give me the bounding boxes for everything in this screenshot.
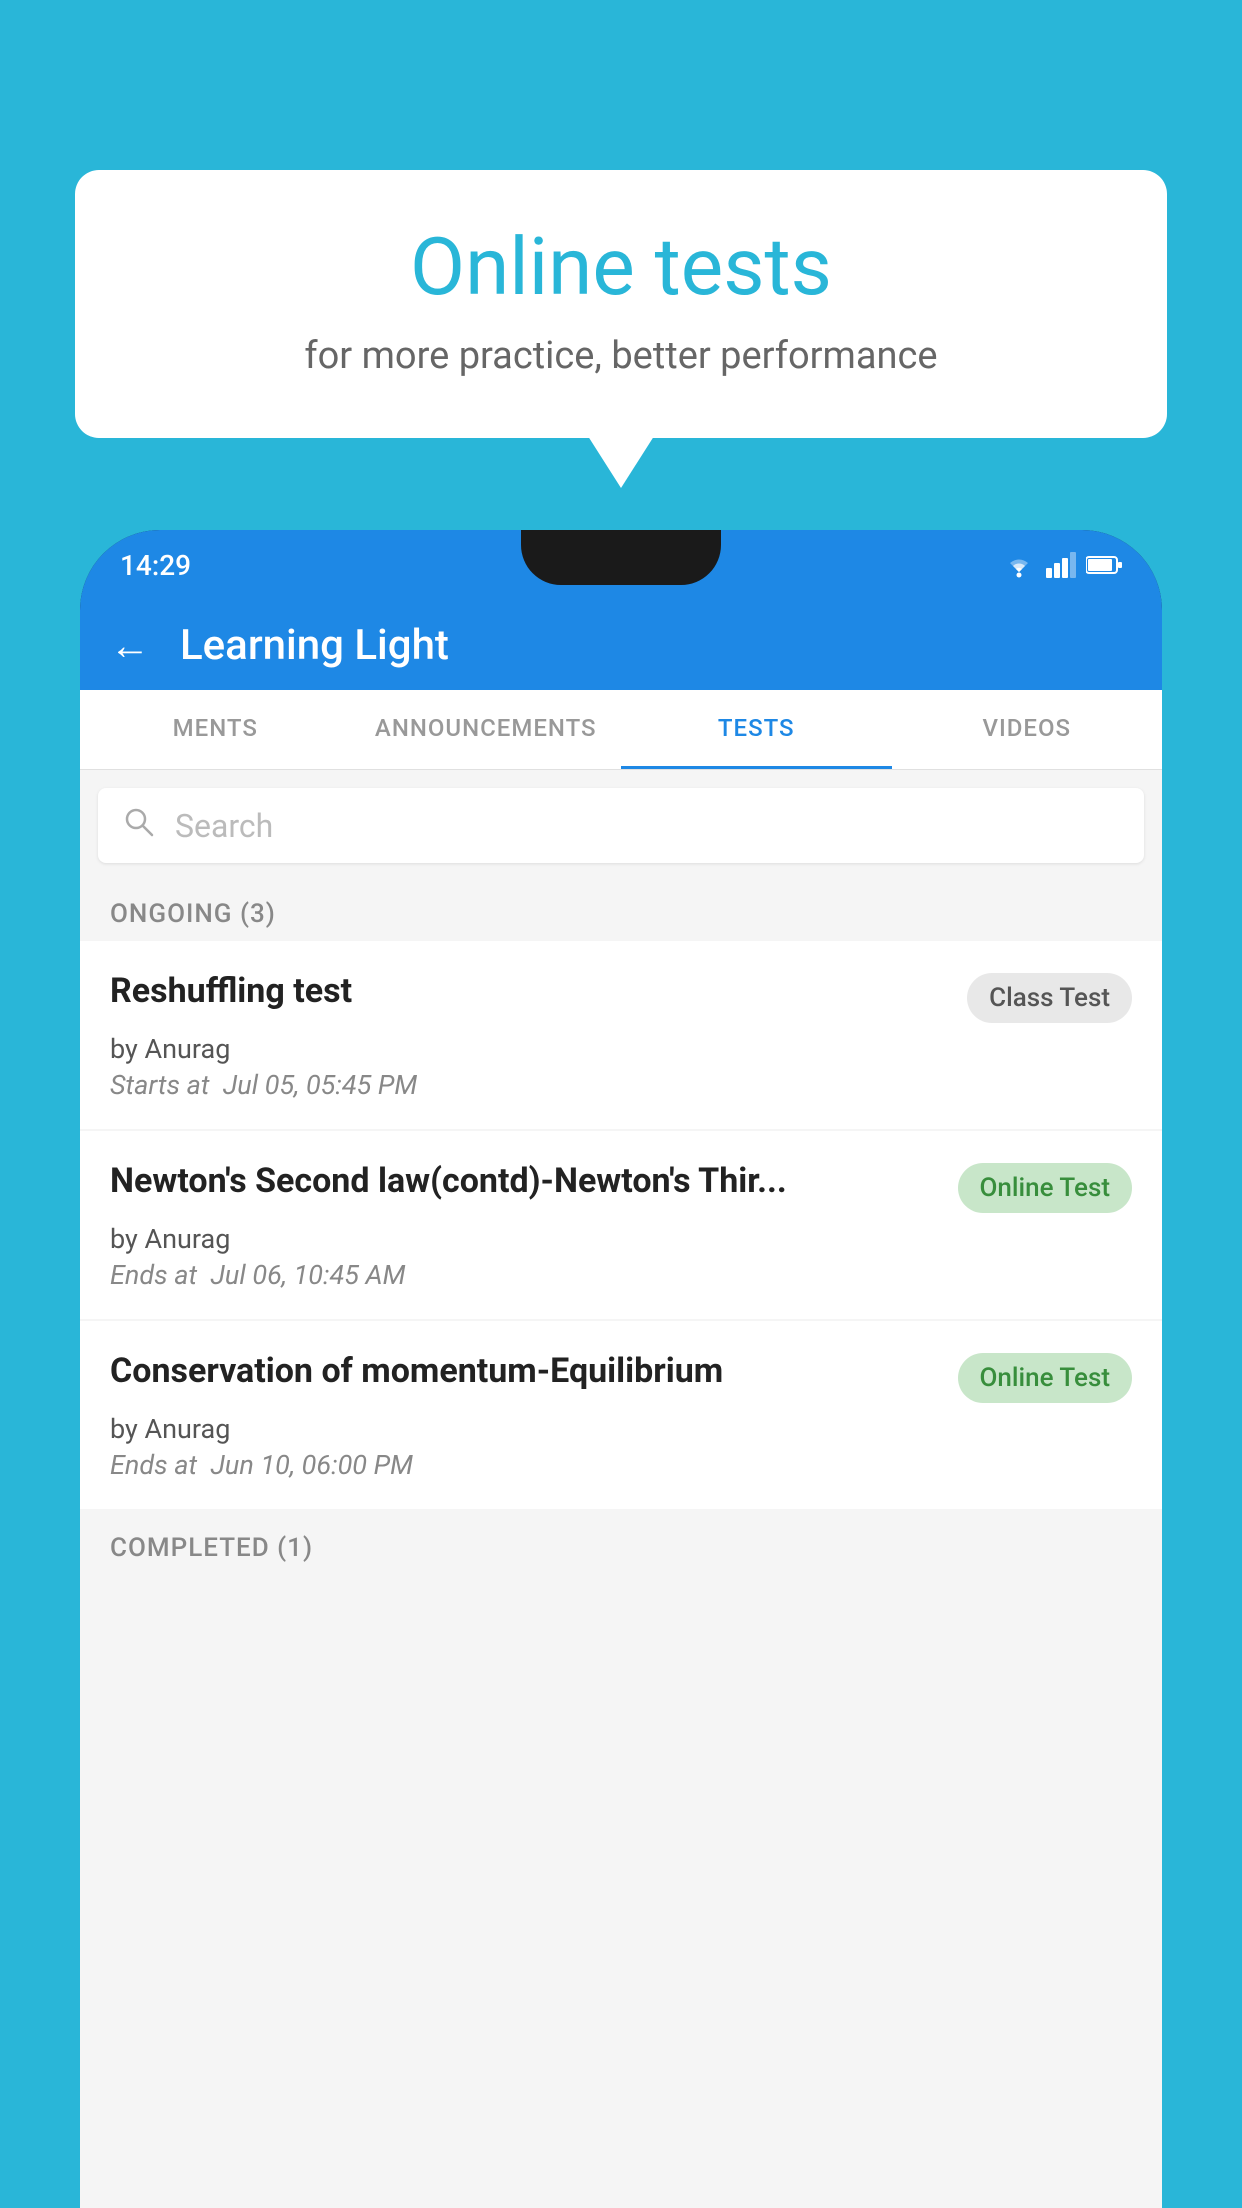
status-icons	[1002, 552, 1122, 578]
search-bar[interactable]: Search	[98, 788, 1144, 863]
test-badge: Online Test	[958, 1353, 1133, 1403]
tab-videos[interactable]: VIDEOS	[892, 690, 1163, 769]
status-bar: 14:29	[80, 530, 1162, 600]
phone-content: Search ONGOING (3) Reshuffling test Clas…	[80, 770, 1162, 2208]
bubble-subtitle: for more practice, better performance	[135, 334, 1107, 378]
tab-ments[interactable]: MENTS	[80, 690, 351, 769]
test-name: Reshuffling test	[110, 969, 947, 1013]
test-badge: Online Test	[958, 1163, 1133, 1213]
test-time: Ends at Jun 10, 06:00 PM	[110, 1449, 1132, 1481]
test-time: Starts at Jul 05, 05:45 PM	[110, 1069, 1132, 1101]
battery-icon	[1086, 555, 1122, 575]
test-item[interactable]: Conservation of momentum-Equilibrium Onl…	[80, 1321, 1162, 1509]
tabs-bar: MENTS ANNOUNCEMENTS TESTS VIDEOS	[80, 690, 1162, 770]
back-button[interactable]: ←	[110, 622, 150, 669]
bubble-title: Online tests	[135, 220, 1107, 314]
app-title: Learning Light	[180, 621, 449, 670]
tab-tests[interactable]: TESTS	[621, 690, 892, 769]
tab-announcements[interactable]: ANNOUNCEMENTS	[351, 690, 622, 769]
test-name: Newton's Second law(contd)-Newton's Thir…	[110, 1159, 938, 1203]
signal-icon	[1046, 552, 1076, 578]
completed-section-header: COMPLETED (1)	[80, 1515, 1162, 1575]
test-by: by Anurag	[110, 1223, 1132, 1255]
search-icon	[123, 805, 155, 847]
test-item[interactable]: Reshuffling test Class Test by Anurag St…	[80, 941, 1162, 1129]
status-time: 14:29	[120, 549, 191, 582]
ongoing-section-header: ONGOING (3)	[80, 881, 1162, 941]
phone-frame: 14:29 ← Le	[80, 530, 1162, 2208]
test-time: Ends at Jul 06, 10:45 AM	[110, 1259, 1132, 1291]
test-name: Conservation of momentum-Equilibrium	[110, 1349, 938, 1393]
test-by: by Anurag	[110, 1413, 1132, 1445]
test-badge: Class Test	[967, 973, 1132, 1023]
app-header: ← Learning Light	[80, 600, 1162, 690]
search-placeholder: Search	[175, 807, 273, 845]
test-item[interactable]: Newton's Second law(contd)-Newton's Thir…	[80, 1131, 1162, 1319]
wifi-icon	[1002, 552, 1036, 578]
speech-bubble: Online tests for more practice, better p…	[75, 170, 1167, 438]
test-by: by Anurag	[110, 1033, 1132, 1065]
